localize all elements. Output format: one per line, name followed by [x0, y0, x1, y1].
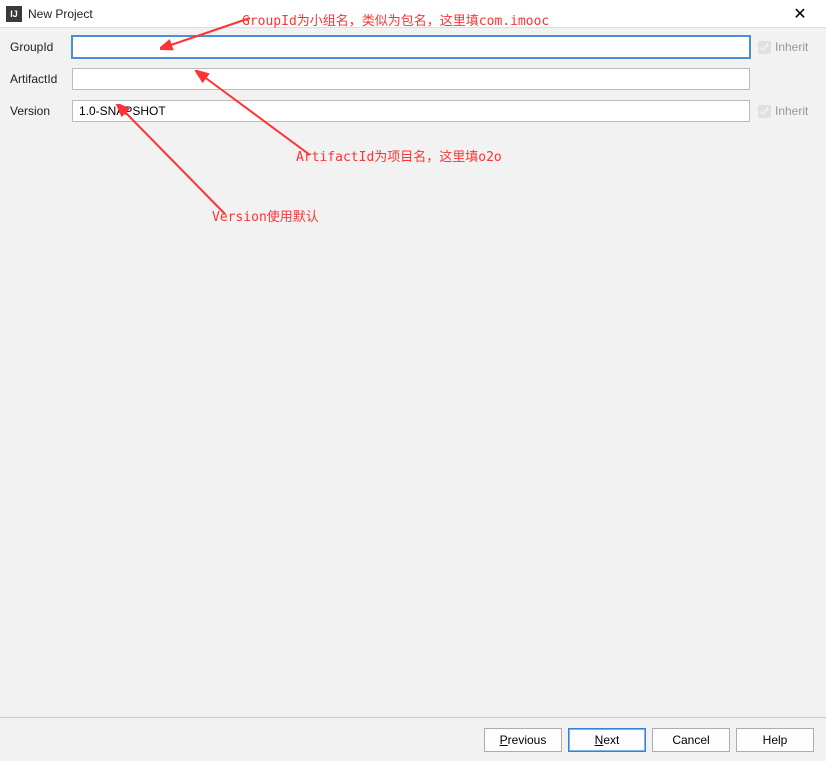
row-groupid: GroupId Inherit	[10, 36, 816, 58]
form-area: GroupId为小组名，类似为包名，这里填com.imooc GroupId I…	[0, 28, 826, 140]
label-groupid: GroupId	[10, 40, 72, 54]
inherit-version: Inherit	[758, 104, 816, 118]
inherit-version-checkbox	[758, 105, 771, 118]
row-version: Version Inherit	[10, 100, 816, 122]
input-groupid[interactable]	[72, 36, 750, 58]
annotation-artifactid: ArtifactId为项目名，这里填o2o	[296, 146, 502, 165]
input-version[interactable]	[72, 100, 750, 122]
bottom-bar: Previous Next Cancel Help	[0, 717, 826, 761]
input-artifactid[interactable]	[72, 68, 750, 90]
label-artifactid: ArtifactId	[10, 72, 72, 86]
annotation-version: Version使用默认	[212, 206, 319, 225]
help-button[interactable]: Help	[736, 728, 814, 752]
previous-button[interactable]: Previous	[484, 728, 562, 752]
inherit-groupid: Inherit	[758, 40, 816, 54]
row-artifactid: ArtifactId	[10, 68, 816, 90]
close-icon[interactable]: ✕	[780, 4, 820, 24]
annotation-groupid: GroupId为小组名，类似为包名，这里填com.imooc	[242, 10, 549, 29]
cancel-button[interactable]: Cancel	[652, 728, 730, 752]
inherit-version-label: Inherit	[775, 104, 808, 118]
label-version: Version	[10, 104, 72, 118]
inherit-groupid-label: Inherit	[775, 40, 808, 54]
inherit-groupid-checkbox	[758, 41, 771, 54]
app-icon: IJ	[6, 6, 22, 22]
next-button[interactable]: Next	[568, 728, 646, 752]
